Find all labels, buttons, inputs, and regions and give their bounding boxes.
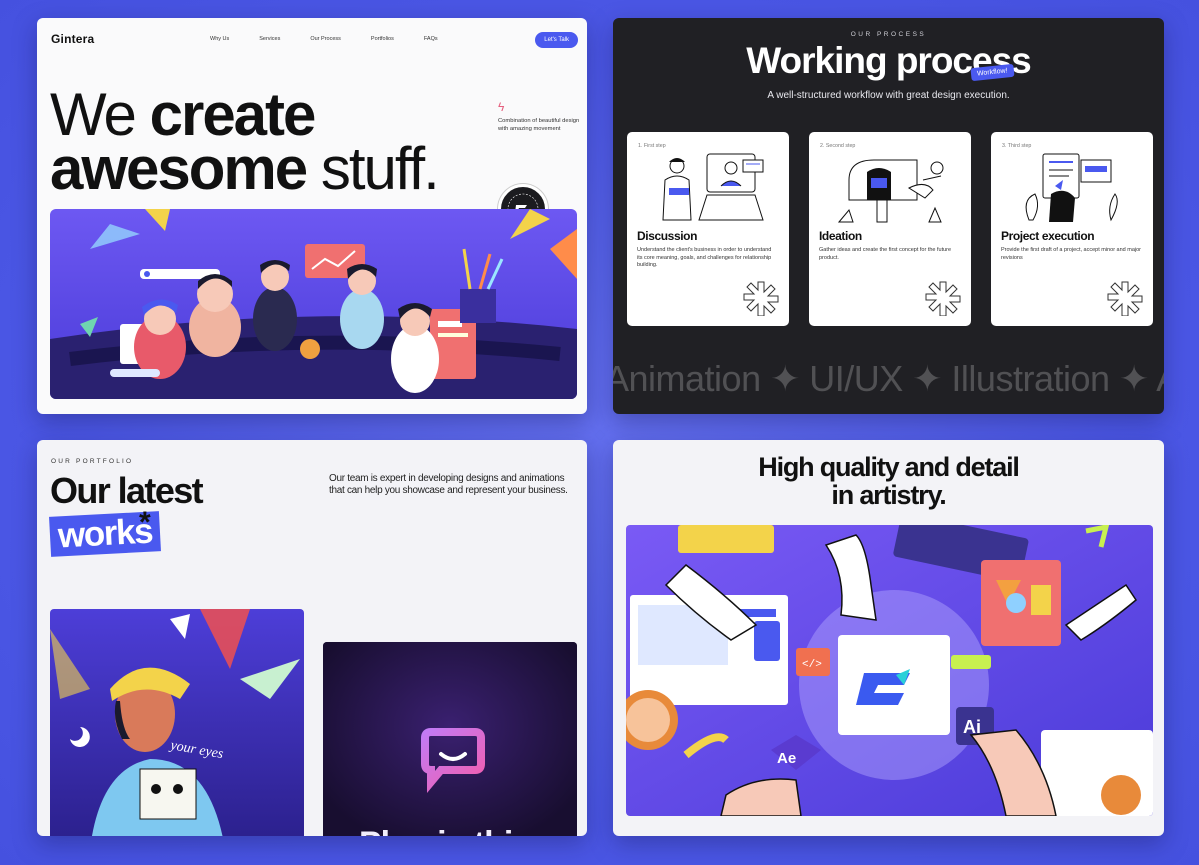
portfolio-title: Our latest — [50, 470, 204, 511]
hero-title: We create awesome stuff. — [50, 85, 440, 199]
nav-why-us[interactable]: Why Us — [210, 36, 229, 42]
quality-title-line-2: in artistry. — [831, 480, 946, 510]
card-description: Gather ideas and create the first concep… — [819, 247, 952, 261]
asterisk-icon: * — [139, 506, 151, 539]
card-step: 2. Second step — [820, 143, 856, 149]
hero-illustration — [50, 209, 577, 399]
portfolio-eyebrow: OUR PORTFOLIO — [51, 458, 134, 465]
lets-talk-button[interactable]: Let's Talk — [535, 32, 578, 48]
code-icon: </> — [802, 659, 822, 671]
card-description: Provide the first draft of a project, ac… — [1001, 247, 1142, 261]
nav-faqs[interactable]: FAQs — [424, 36, 438, 42]
card-title: Discussion — [637, 229, 698, 243]
card-title: Project execution — [1001, 229, 1095, 243]
process-panel: OUR PROCESS Working process Workflow! A … — [613, 18, 1164, 414]
hero-panel: Gintera Why Us Services Our Process Port… — [37, 18, 587, 414]
asterisk-outline-icon — [925, 281, 961, 316]
hero-title-bold-2: awesome — [50, 135, 308, 202]
quality-illustration: </> Ai Ae — [626, 525, 1153, 816]
execution-illustration — [1025, 153, 1118, 222]
after-effects-icon: Ae — [777, 750, 796, 767]
hero-side-note: Combination of beautiful design with ama… — [498, 118, 580, 132]
nav-our-process[interactable]: Our Process — [310, 36, 341, 42]
asterisk-outline-icon — [1107, 281, 1143, 316]
process-card-ideation: 2. Second step Ideation Gather ideas and… — [809, 132, 971, 326]
process-card-discussion: 1. First step Discussion Understand the … — [627, 132, 789, 326]
process-subtitle: A well-structured workflow with great de… — [767, 90, 1010, 101]
quality-panel: High quality and detail in artistry. </> — [613, 440, 1164, 836]
process-eyebrow: OUR PROCESS — [850, 31, 927, 38]
quality-title: High quality and detail in artistry. — [613, 453, 1164, 509]
services-marquee: Animation ✦ UI/UX ✦ Illustration ✦ Ani — [613, 358, 1164, 399]
card-step: 1. First step — [638, 143, 666, 149]
hero-title-light-2: stuff. — [306, 135, 440, 202]
top-nav: Gintera Why Us Services Our Process Port… — [51, 28, 578, 50]
portfolio-panel: OUR PORTFOLIO Our latest works * Our tea… — [37, 440, 587, 836]
quality-title-line-1: High quality and detail — [758, 452, 1020, 482]
discussion-illustration — [662, 153, 764, 221]
nav-portfolios[interactable]: Portfolios — [371, 36, 394, 42]
asterisk-outline-icon — [743, 281, 779, 316]
portfolio-description: Our team is expert in developing designs… — [329, 473, 568, 496]
portfolio-item-app[interactable]: Plug in thi — [323, 642, 577, 836]
portfolio-item-label: Plug in thi — [359, 825, 513, 836]
nav-services[interactable]: Services — [259, 36, 280, 42]
card-description: Understand the client's business in orde… — [637, 247, 772, 269]
process-title: Working process — [746, 40, 1032, 81]
portfolio-item-illustration[interactable]: your eyes — [50, 609, 304, 836]
process-card-project-execution: 3. Third step Project execution Provide … — [991, 132, 1153, 326]
spark-icon: ϟ — [498, 100, 505, 114]
card-step: 3. Third step — [1002, 143, 1032, 149]
ideation-illustration — [837, 159, 944, 223]
logo[interactable]: Gintera — [51, 32, 94, 46]
card-title: Ideation — [819, 229, 862, 243]
nav-links: Why Us Services Our Process Portfolios F… — [210, 36, 468, 42]
